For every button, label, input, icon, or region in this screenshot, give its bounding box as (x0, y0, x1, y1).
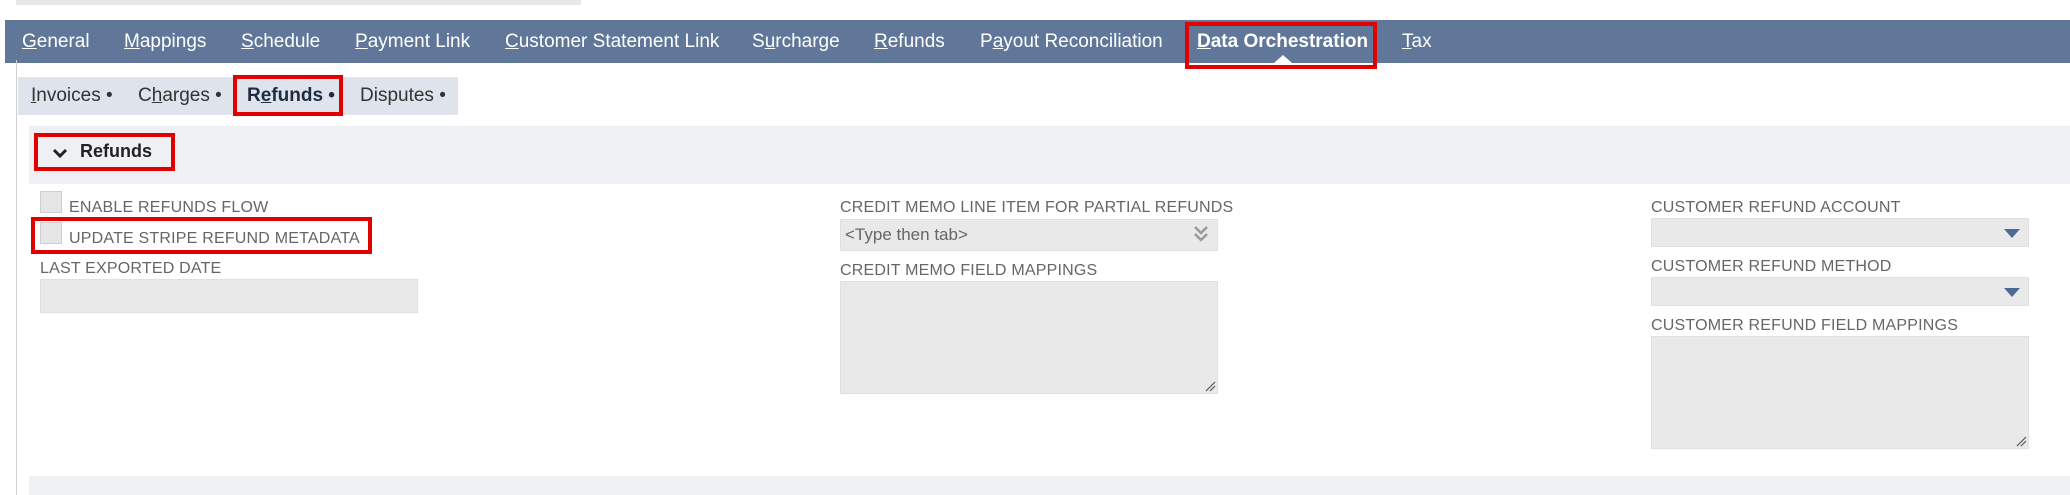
subtab-disputes-label: Disputes • (360, 85, 446, 106)
customer-refund-method-label: CUSTOMER REFUND METHOD (1651, 258, 1892, 275)
next-section-header (29, 476, 2070, 495)
tab-mappings-label: appings (139, 31, 207, 52)
tab-schedule-accesskey: S (241, 31, 254, 52)
tab-surcharge-label: rcharge (775, 31, 840, 52)
tab-general[interactable]: General (22, 20, 90, 63)
tab-payout-reconciliation-prefix: P (980, 31, 993, 52)
tab-mappings[interactable]: Mappings (124, 20, 206, 63)
tab-mappings-accesskey: M (124, 31, 140, 52)
last-exported-date-field[interactable] (40, 279, 418, 313)
subtab-charges-prefix: C (138, 85, 152, 106)
credit-memo-field-mappings-label: CREDIT MEMO FIELD MAPPINGS (840, 262, 1098, 279)
subtab-invoices[interactable]: Invoices • (31, 77, 113, 115)
tab-payout-reconciliation-label: yout Reconciliation (1003, 31, 1163, 52)
tab-schedule[interactable]: Schedule (241, 20, 320, 63)
tab-refunds[interactable]: Refunds (874, 20, 945, 63)
tab-tax[interactable]: Tax (1402, 20, 1432, 63)
content-left-border (16, 60, 17, 495)
top-strip (16, 0, 581, 5)
tab-payment-link-label: ayment Link (367, 31, 471, 52)
tab-tax-label: ax (1411, 31, 1432, 52)
last-exported-date-label: LAST EXPORTED DATE (40, 260, 222, 277)
caret-down-icon[interactable] (2004, 288, 2020, 297)
tab-data-orchestration[interactable]: Data Orchestration (1197, 20, 1368, 63)
tab-data-orchestration-accesskey: D (1197, 31, 1211, 52)
double-chevron-down-icon[interactable] (1191, 224, 1211, 244)
tab-payout-reconciliation[interactable]: Payout Reconciliation (980, 20, 1163, 63)
credit-memo-line-item-placeholder: <Type then tab> (845, 225, 968, 244)
credit-memo-line-item-input[interactable]: <Type then tab> (840, 219, 1218, 251)
subtab-disputes[interactable]: Disputes • (360, 77, 446, 115)
customer-refund-field-mappings-label: CUSTOMER REFUND FIELD MAPPINGS (1651, 317, 1959, 334)
tab-payment-link-accesskey: P (355, 31, 368, 52)
resize-grip-icon[interactable] (1204, 380, 1216, 392)
tab-general-accesskey: G (22, 31, 37, 52)
subtab-charges-label: arges • (162, 85, 222, 106)
tab-payout-reconciliation-accesskey: a (992, 31, 1004, 52)
active-tab-caret-icon (1273, 55, 1292, 63)
subtab-invoices-label: nvoices • (36, 85, 113, 106)
refunds-section-header[interactable] (29, 126, 2070, 184)
tab-customer-statement-link-accesskey: C (505, 31, 519, 52)
credit-memo-field-mappings-textarea[interactable] (840, 281, 1218, 394)
subtab-refunds-label: funds • (271, 85, 335, 106)
subtab-charges[interactable]: Charges • (138, 77, 222, 115)
tab-tax-accesskey: T (1402, 31, 1412, 52)
tab-refunds-label: efunds (887, 31, 945, 52)
tab-payment-link[interactable]: Payment Link (355, 20, 470, 63)
tab-surcharge[interactable]: Surcharge (752, 20, 840, 63)
subtab-refunds-accesskey: e (260, 85, 272, 106)
tab-general-label: eneral (36, 31, 90, 52)
customer-refund-account-select[interactable] (1651, 218, 2029, 247)
tab-surcharge-accesskey: u (764, 31, 776, 52)
enable-refunds-checkbox[interactable] (40, 191, 62, 213)
chevron-down-icon[interactable] (50, 143, 70, 163)
customer-refund-method-select[interactable] (1651, 277, 2029, 306)
enable-refunds-label: ENABLE REFUNDS FLOW (69, 199, 269, 216)
subtab-refunds[interactable]: Refunds • (247, 77, 335, 115)
credit-memo-line-item-label: CREDIT MEMO LINE ITEM FOR PARTIAL REFUND… (840, 199, 1234, 216)
subtab-refunds-prefix: R (247, 85, 261, 106)
resize-grip-icon[interactable] (2015, 435, 2027, 447)
subtab-charges-accesskey: h (151, 85, 163, 106)
customer-refund-field-mappings-textarea[interactable] (1651, 336, 2029, 449)
tab-schedule-label: chedule (253, 31, 321, 52)
customer-refund-account-label: CUSTOMER REFUND ACCOUNT (1651, 199, 1901, 216)
update-stripe-refund-label: UPDATE STRIPE REFUND METADATA (69, 230, 360, 247)
update-stripe-refund-checkbox[interactable] (40, 222, 62, 244)
tab-customer-statement-link-label: ustomer Statement Link (518, 31, 720, 52)
section-title[interactable]: Refunds (80, 141, 152, 162)
tab-surcharge-prefix: S (752, 31, 765, 52)
tab-data-orchestration-label: ata Orchestration (1210, 31, 1369, 52)
tab-customer-statement-link[interactable]: Customer Statement Link (505, 20, 719, 63)
tab-refunds-accesskey: R (874, 31, 888, 52)
caret-down-icon[interactable] (2004, 229, 2020, 238)
